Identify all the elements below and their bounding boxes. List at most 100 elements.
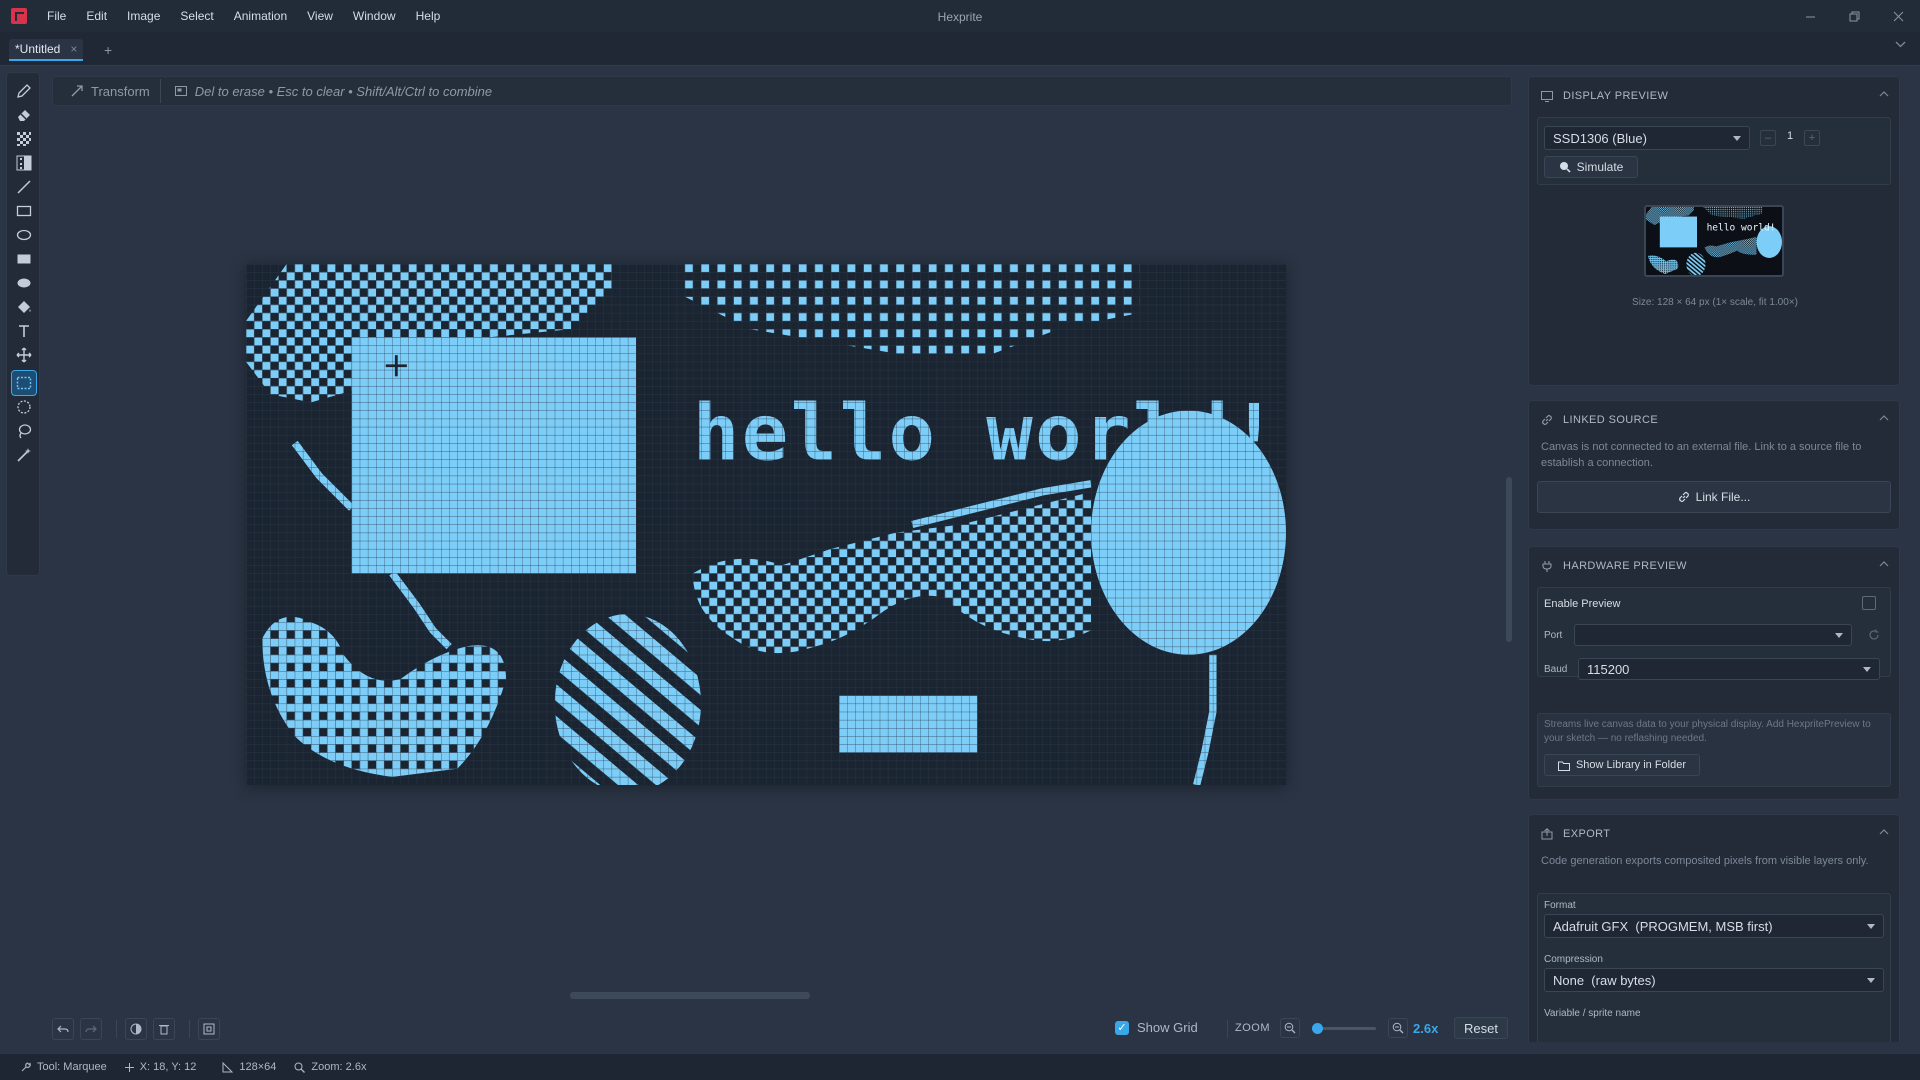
linked-source-panel: LINKED SOURCE Canvas is not connected to…	[1528, 400, 1900, 530]
magic-wand-icon	[17, 448, 31, 462]
gradient-tool[interactable]	[12, 151, 36, 175]
oled-preview-image: hello world!	[1646, 207, 1782, 275]
pixel-canvas[interactable]: hello world!	[246, 264, 1286, 785]
restore-icon	[1849, 11, 1859, 21]
menu-select[interactable]: Select	[170, 0, 223, 32]
menu-edit[interactable]: Edit	[76, 0, 117, 32]
folder-icon	[1557, 761, 1570, 771]
compression-select[interactable]: None (raw bytes)	[1544, 968, 1884, 992]
refresh-icon[interactable]	[1868, 629, 1880, 641]
clear-button[interactable]	[153, 1018, 175, 1040]
menu-animation[interactable]: Animation	[224, 0, 297, 32]
rectangle-icon	[16, 205, 32, 217]
close-window-button[interactable]	[1876, 0, 1920, 32]
menu-image[interactable]: Image	[117, 0, 170, 32]
zoom-in-button[interactable]	[1388, 1018, 1408, 1038]
invert-button[interactable]	[125, 1018, 147, 1040]
minimize-button[interactable]	[1788, 0, 1832, 32]
tab-close-icon[interactable]: ×	[70, 42, 77, 56]
line-icon	[17, 180, 31, 194]
ellipse-tool[interactable]	[12, 223, 36, 247]
show-grid-checkbox[interactable]: ✓	[1115, 1020, 1129, 1035]
export-description: Code generation exports composited pixel…	[1541, 855, 1869, 867]
show-library-button[interactable]: Show Library in Folder	[1544, 754, 1700, 776]
rectangle-tool[interactable]	[12, 199, 36, 223]
menu-file[interactable]: File	[37, 0, 76, 32]
status-cursor: X: 18, Y: 12	[124, 1061, 196, 1073]
scale-increment-button[interactable]: +	[1804, 130, 1820, 146]
gradient-icon	[16, 155, 32, 171]
selection-hint: Del to erase • Esc to clear • Shift/Alt/…	[194, 83, 493, 99]
chevron-down-icon[interactable]	[1895, 41, 1906, 48]
show-library-label: Show Library in Folder	[1575, 759, 1687, 771]
dropdown-caret-icon	[1863, 667, 1871, 672]
fill-bucket-tool[interactable]	[12, 295, 36, 319]
plug-icon	[1542, 561, 1552, 572]
zoom-slider[interactable]	[1312, 1023, 1376, 1034]
filled-ellipse-tool[interactable]	[12, 271, 36, 295]
wrench-icon	[21, 1061, 31, 1071]
display-device-select[interactable]: SSD1306 (Blue)	[1544, 126, 1750, 150]
dropdown-caret-icon	[1867, 978, 1875, 983]
zoom-slider-thumb[interactable]	[1312, 1023, 1324, 1034]
menu-view[interactable]: View	[297, 0, 343, 32]
new-tab-button[interactable]: +	[104, 42, 112, 58]
zoom-out-button[interactable]	[1280, 1018, 1300, 1038]
canvas-artwork[interactable]: hello world!	[246, 264, 1286, 785]
tab-untitled[interactable]: *Untitled ×	[9, 39, 84, 61]
collapse-chevron-icon[interactable]	[1879, 561, 1889, 567]
pencil-tool[interactable]	[12, 79, 36, 103]
baud-select[interactable]: 115200	[1578, 658, 1880, 680]
redo-button[interactable]	[80, 1018, 102, 1040]
display-preview-header[interactable]: DISPLAY PREVIEW	[1529, 77, 1899, 115]
simulate-button[interactable]: Simulate	[1544, 156, 1638, 178]
scale-value[interactable]: 1	[1782, 130, 1798, 142]
port-select[interactable]	[1574, 624, 1852, 646]
pencil-icon	[17, 84, 31, 98]
line-tool[interactable]	[12, 175, 36, 199]
vertical-scrollbar[interactable]	[1506, 477, 1512, 642]
svg-text:hello world!: hello world!	[1707, 222, 1776, 233]
workspace: Transform Del to erase • Esc to clear • …	[46, 72, 1516, 1042]
window-controls	[1788, 0, 1920, 32]
dither-tool[interactable]	[12, 127, 36, 151]
horizontal-scrollbar[interactable]	[570, 992, 810, 999]
show-grid-toggle[interactable]: ✓ Show Grid	[1115, 1020, 1198, 1035]
link-file-button[interactable]: Link File...	[1537, 481, 1891, 513]
linked-source-header[interactable]: LINKED SOURCE	[1529, 401, 1899, 439]
export-header[interactable]: EXPORT	[1529, 815, 1899, 853]
hardware-preview-header[interactable]: HARDWARE PREVIEW	[1529, 547, 1899, 585]
fit-view-button[interactable]	[198, 1018, 220, 1040]
link-icon	[1678, 491, 1689, 503]
status-zoom-text: Zoom: 2.6x	[311, 1061, 367, 1073]
collapse-chevron-icon[interactable]	[1879, 91, 1889, 97]
pixel-grid	[246, 264, 1286, 785]
undo-button[interactable]	[52, 1018, 74, 1040]
menu-help[interactable]: Help	[406, 0, 451, 32]
scale-decrement-button[interactable]: –	[1760, 130, 1776, 146]
hardware-info-box: Streams live canvas data to your physica…	[1537, 713, 1891, 787]
eraser-tool[interactable]	[12, 103, 36, 127]
close-icon	[1893, 11, 1903, 21]
filled-rectangle-tool[interactable]	[12, 247, 36, 271]
marquee-tool[interactable]	[11, 370, 37, 396]
display-size-info: Size: 128 × 64 px (1× scale, fit 1.00×)	[1632, 297, 1798, 308]
menu-window[interactable]: Window	[343, 0, 406, 32]
transform-button[interactable]: Transform	[61, 79, 161, 103]
status-size-text: 128×64	[239, 1061, 277, 1073]
variable-name-label: Variable / sprite name	[1544, 1008, 1641, 1019]
text-tool[interactable]	[12, 319, 36, 343]
restore-button[interactable]	[1832, 0, 1876, 32]
lasso-tool[interactable]	[12, 419, 36, 443]
collapse-chevron-icon[interactable]	[1879, 415, 1889, 421]
move-tool[interactable]	[12, 343, 36, 367]
collapse-chevron-icon[interactable]	[1879, 829, 1889, 835]
baud-label: Baud	[1544, 664, 1568, 675]
format-select[interactable]: Adafruit GFX (PROGMEM, MSB first)	[1544, 914, 1884, 938]
reset-zoom-button[interactable]: Reset	[1454, 1017, 1508, 1039]
enable-preview-checkbox[interactable]	[1862, 596, 1876, 610]
tab-label: *Untitled	[15, 42, 61, 56]
transform-label: Transform	[91, 83, 150, 99]
magic-wand-tool[interactable]	[12, 443, 36, 467]
ellipse-marquee-tool[interactable]	[12, 395, 36, 419]
